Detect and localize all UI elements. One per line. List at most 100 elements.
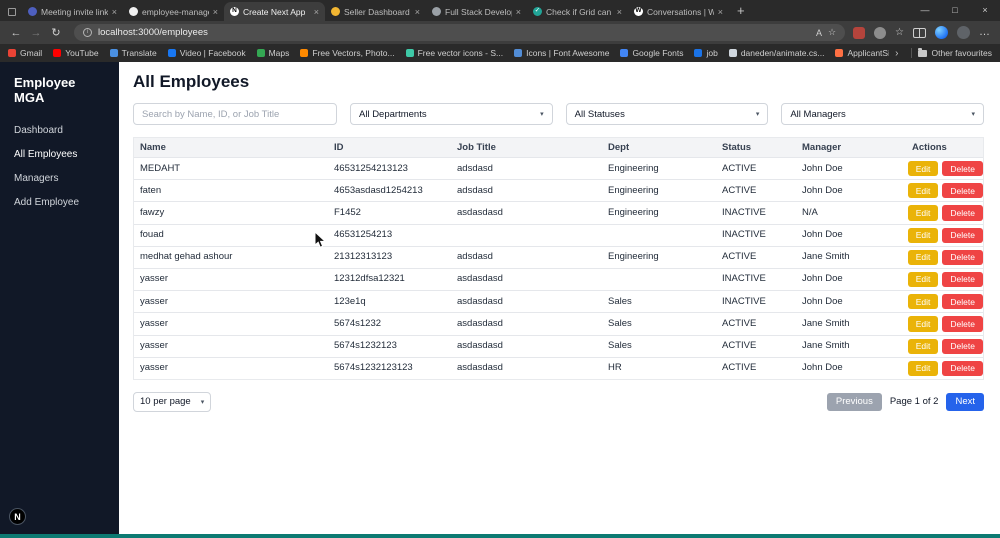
edit-button[interactable]: Edit — [907, 249, 939, 265]
edit-button[interactable]: Edit — [907, 183, 939, 199]
tab-close-icon[interactable]: × — [617, 7, 622, 17]
search-input[interactable] — [133, 103, 337, 125]
next-page-button[interactable]: Next — [946, 392, 984, 412]
profile-avatar[interactable] — [957, 26, 970, 39]
sidebar-item[interactable]: All Employees — [0, 142, 119, 166]
tab-close-icon[interactable]: × — [314, 7, 319, 17]
bookmarks-list: Gmail YouTube Translate Video | Facebook — [8, 48, 889, 59]
folder-icon — [917, 47, 927, 57]
browser-tab[interactable]: ✓ Check if Grid can be Cut i... × — [527, 2, 628, 21]
browser-tab[interactable]: Full Stack Developer Assi... × — [426, 2, 527, 21]
cell-status: ACTIVE — [722, 317, 757, 329]
delete-button[interactable]: Delete — [942, 360, 983, 376]
split-screen-icon[interactable] — [913, 27, 926, 38]
new-tab-button[interactable]: + — [737, 4, 745, 17]
refresh-icon[interactable]: ↻ — [46, 26, 66, 39]
edit-button[interactable]: Edit — [907, 316, 939, 332]
copilot-icon[interactable] — [935, 26, 948, 39]
bookmark-favicon-icon — [256, 49, 265, 57]
browser-tab[interactable]: Meeting invite link for yo... × — [22, 2, 123, 21]
maximize-button[interactable]: □ — [940, 0, 970, 21]
table-row: medhat gehad ashour 21312313123 adsdasd … — [134, 245, 983, 268]
extension-icon-2[interactable] — [874, 26, 887, 39]
delete-button[interactable]: Delete — [942, 249, 983, 265]
read-aloud-icon[interactable]: A — [816, 28, 822, 38]
sidebar-item-label: All Employees — [14, 148, 78, 160]
bookmark-item[interactable]: Maps — [256, 48, 289, 59]
sidebar-item[interactable]: Add Employee — [0, 190, 119, 214]
delete-button[interactable]: Delete — [942, 271, 983, 288]
column-header: Status — [722, 142, 752, 153]
tab-close-icon[interactable]: × — [112, 7, 117, 17]
managers-filter[interactable]: All Managers ▾ — [781, 103, 985, 125]
cell-job-title: adsdasd — [457, 162, 493, 174]
tab-close-icon[interactable]: × — [516, 7, 521, 17]
bookmark-item[interactable]: Free Vectors, Photo... — [300, 48, 395, 59]
minimize-button[interactable]: — — [910, 0, 940, 21]
sidebar-nav: Dashboard All Employees Managers Add Emp… — [0, 118, 119, 214]
per-page-select[interactable]: 10 per page ▾ — [133, 391, 212, 412]
table-row: fawzy F1452 asdasdasd Engineering INACTI… — [134, 201, 983, 223]
delete-button[interactable]: Delete — [942, 183, 983, 199]
browser-tab[interactable]: employee-management - × — [123, 2, 224, 21]
statuses-filter[interactable]: All Statuses ▾ — [565, 103, 769, 125]
delete-button[interactable]: Delete — [942, 161, 983, 177]
pagination-controls: Previous Page 1 of 2 Next — [826, 392, 984, 412]
address-bar[interactable]: i localhost:3000/employees A ☆ — [74, 24, 846, 41]
site-info-icon[interactable]: i — [83, 28, 92, 37]
edit-button[interactable]: Edit — [907, 227, 939, 243]
edit-button[interactable]: Edit — [907, 271, 939, 288]
bookmark-item[interactable]: daneden/animate.cs... — [728, 48, 824, 59]
tab-close-icon[interactable]: × — [213, 7, 218, 17]
browser-tab[interactable]: N Create Next App × — [224, 2, 325, 21]
cell-manager: John Doe — [802, 184, 843, 196]
bookmark-item[interactable]: Google Fonts — [620, 48, 683, 59]
edit-button[interactable]: Edit — [907, 161, 939, 177]
bookmark-item[interactable]: Free vector icons - S... — [405, 48, 503, 59]
close-window-button[interactable]: × — [970, 0, 1000, 21]
delete-button[interactable]: Delete — [942, 205, 983, 221]
delete-button[interactable]: Delete — [942, 227, 983, 243]
browser-tab[interactable]: Seller Dashboard × — [325, 2, 426, 21]
bookmark-item[interactable]: ApplicantSite — [835, 48, 889, 59]
bookmark-item[interactable]: YouTube — [53, 48, 99, 59]
table-row: fouad 46531254213 INACTIVE John Doe Edit… — [134, 223, 983, 246]
sidebar-item[interactable]: Managers — [0, 166, 119, 190]
edit-button[interactable]: Edit — [907, 360, 939, 376]
bookmark-favicon-icon — [694, 49, 703, 57]
edit-button[interactable]: Edit — [907, 205, 939, 221]
workspaces-icon[interactable] — [8, 8, 16, 16]
bookmark-item[interactable]: Icons | Font Awesome — [514, 48, 609, 59]
add-favorite-star-icon[interactable]: ☆ — [828, 27, 836, 38]
delete-button[interactable]: Delete — [942, 338, 983, 354]
delete-button[interactable]: Delete — [942, 316, 983, 332]
table-row: yasser 5674s1232123 asdasdasd Sales ACTI… — [134, 334, 983, 357]
tab-close-icon[interactable]: × — [718, 7, 723, 17]
edit-button[interactable]: Edit — [907, 294, 939, 310]
bookmark-item[interactable]: Gmail — [8, 48, 42, 59]
tab-title: Conversations | Wellfound — [647, 6, 714, 17]
cell-job-title: asdasdasd — [457, 273, 503, 285]
other-favourites-button[interactable]: Other favourites — [917, 47, 992, 58]
back-icon[interactable]: ← — [6, 27, 26, 39]
forward-icon[interactable]: → — [26, 27, 46, 39]
table-row: yasser 5674s1232123123 asdasdasd HR ACTI… — [134, 356, 983, 379]
cell-actions: Edit Delete — [906, 158, 985, 179]
table-row: yasser 5674s1232 asdasdasd Sales ACTIVE … — [134, 312, 983, 334]
sidebar-item[interactable]: Dashboard — [0, 118, 119, 142]
bookmark-item[interactable]: Video | Facebook — [167, 48, 246, 59]
nextjs-dev-badge[interactable]: N — [9, 508, 26, 525]
settings-menu-icon[interactable]: … — [979, 27, 990, 38]
delete-button[interactable]: Delete — [942, 294, 983, 310]
url-text: localhost:3000/employees — [98, 27, 208, 38]
previous-page-button[interactable]: Previous — [826, 392, 882, 412]
departments-filter[interactable]: All Departments ▾ — [350, 103, 553, 125]
bookmark-item[interactable]: Translate — [109, 48, 157, 59]
extension-icon[interactable] — [853, 26, 866, 39]
edit-button[interactable]: Edit — [907, 338, 939, 354]
browser-tab[interactable]: W Conversations | Wellfound × — [628, 2, 729, 21]
bookmark-item[interactable]: job — [694, 48, 718, 59]
bookmarks-overflow-icon[interactable]: › — [895, 48, 898, 59]
tab-close-icon[interactable]: × — [415, 7, 420, 17]
favorites-bar-icon[interactable]: ☆ — [895, 27, 904, 38]
